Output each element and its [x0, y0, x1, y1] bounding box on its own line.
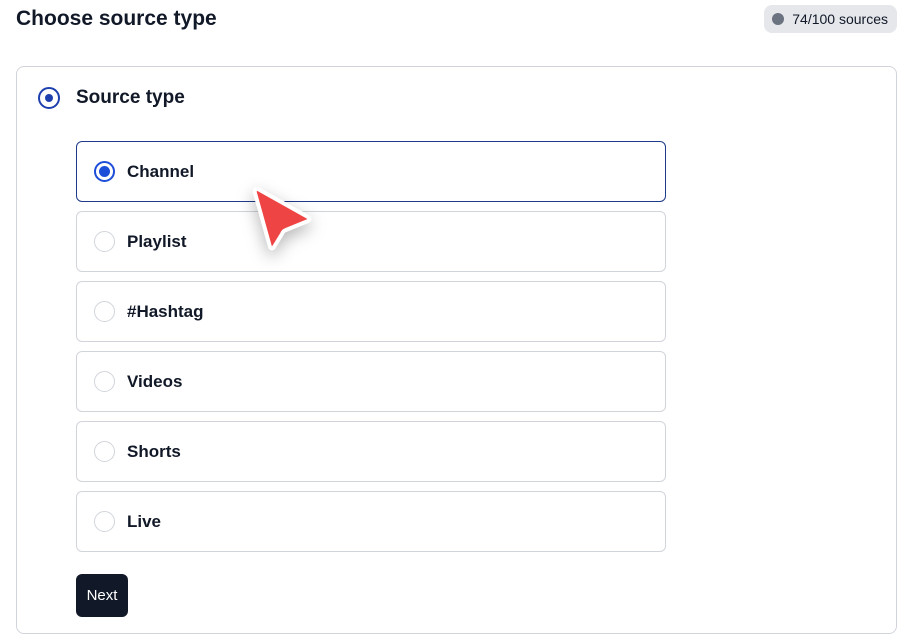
radio-icon[interactable] — [94, 511, 115, 532]
option-label: Channel — [127, 161, 195, 181]
option-label: #Hashtag — [127, 301, 204, 321]
quota-label: 74/100 sources — [792, 11, 888, 27]
radio-icon[interactable] — [94, 371, 115, 392]
radio-icon[interactable] — [94, 161, 115, 182]
radio-icon[interactable] — [94, 231, 115, 252]
option-label: Videos — [127, 371, 183, 391]
option-label: Live — [127, 511, 162, 531]
radio-icon[interactable] — [94, 441, 115, 462]
source-type-card: Source type Channel Playlist #Hashtag Vi… — [16, 66, 897, 634]
radio-icon[interactable] — [94, 301, 115, 322]
section-header[interactable]: Source type — [38, 87, 185, 109]
quota-badge: 74/100 sources — [764, 5, 897, 33]
next-button[interactable]: Next — [76, 574, 128, 617]
source-type-options: Channel Playlist #Hashtag Videos Shorts … — [76, 141, 666, 561]
status-dot-icon — [772, 13, 785, 25]
page: Choose source type 74/100 sources Source… — [0, 0, 915, 643]
pointer-arrow-icon — [252, 186, 312, 251]
option-live[interactable]: Live — [76, 491, 666, 552]
option-videos[interactable]: Videos — [76, 351, 666, 412]
section-title: Source type — [76, 87, 185, 108]
section-radio-icon[interactable] — [38, 87, 60, 109]
page-title: Choose source type — [16, 7, 217, 30]
option-label: Playlist — [127, 231, 187, 251]
option-hashtag[interactable]: #Hashtag — [76, 281, 666, 342]
option-label: Shorts — [127, 441, 181, 461]
option-shorts[interactable]: Shorts — [76, 421, 666, 482]
option-playlist[interactable]: Playlist — [76, 211, 666, 272]
option-channel[interactable]: Channel — [76, 141, 666, 202]
